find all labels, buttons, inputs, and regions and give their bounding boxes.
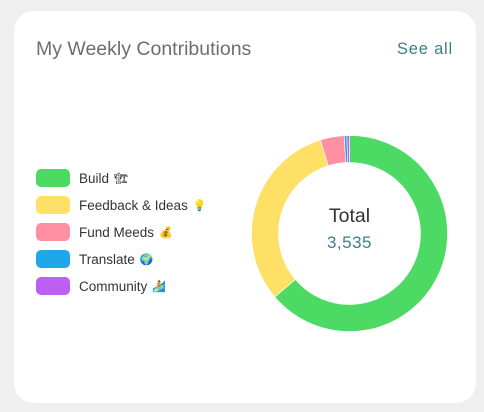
chart-legend: Build 🏗 Feedback & Ideas 💡 Fund Meeds 💰 …: [36, 169, 207, 304]
legend-label-community: Community: [79, 278, 148, 294]
total-value: 3,535: [326, 233, 373, 252]
lightbulb-icon: 💡: [192, 198, 207, 212]
see-all-link[interactable]: See all: [397, 40, 453, 59]
surfer-icon: 🏄: [152, 279, 166, 293]
construction-icon: 🏗: [114, 171, 128, 185]
legend-label-build: Build: [79, 170, 110, 186]
donut-chart: Total 3,535: [251, 135, 448, 332]
legend-swatch-build: [36, 169, 70, 187]
contributions-card: My Weekly Contributions See all Build 🏗 …: [14, 11, 476, 403]
money-bag-icon: 💰: [159, 225, 173, 239]
legend-item-feedback[interactable]: Feedback & Ideas 💡: [36, 196, 207, 214]
total-label: Total: [328, 205, 371, 227]
legend-item-fund-meeds[interactable]: Fund Meeds 💰: [36, 223, 207, 241]
legend-swatch-community: [36, 277, 70, 295]
legend-swatch-fund-meeds: [36, 223, 70, 241]
donut-slice-community[interactable]: [346, 135, 350, 163]
legend-swatch-feedback: [36, 196, 70, 214]
legend-item-translate[interactable]: Translate 🌍: [36, 250, 207, 268]
legend-item-build[interactable]: Build 🏗: [36, 169, 207, 187]
legend-swatch-translate: [36, 250, 70, 268]
globe-icon: 🌍: [139, 252, 154, 266]
legend-label-feedback: Feedback & Ideas: [79, 197, 188, 213]
legend-item-community[interactable]: Community 🏄: [36, 277, 207, 295]
legend-label-translate: Translate: [79, 251, 135, 267]
legend-label-fund-meeds: Fund Meeds: [79, 224, 155, 240]
card-title: My Weekly Contributions: [36, 38, 252, 60]
